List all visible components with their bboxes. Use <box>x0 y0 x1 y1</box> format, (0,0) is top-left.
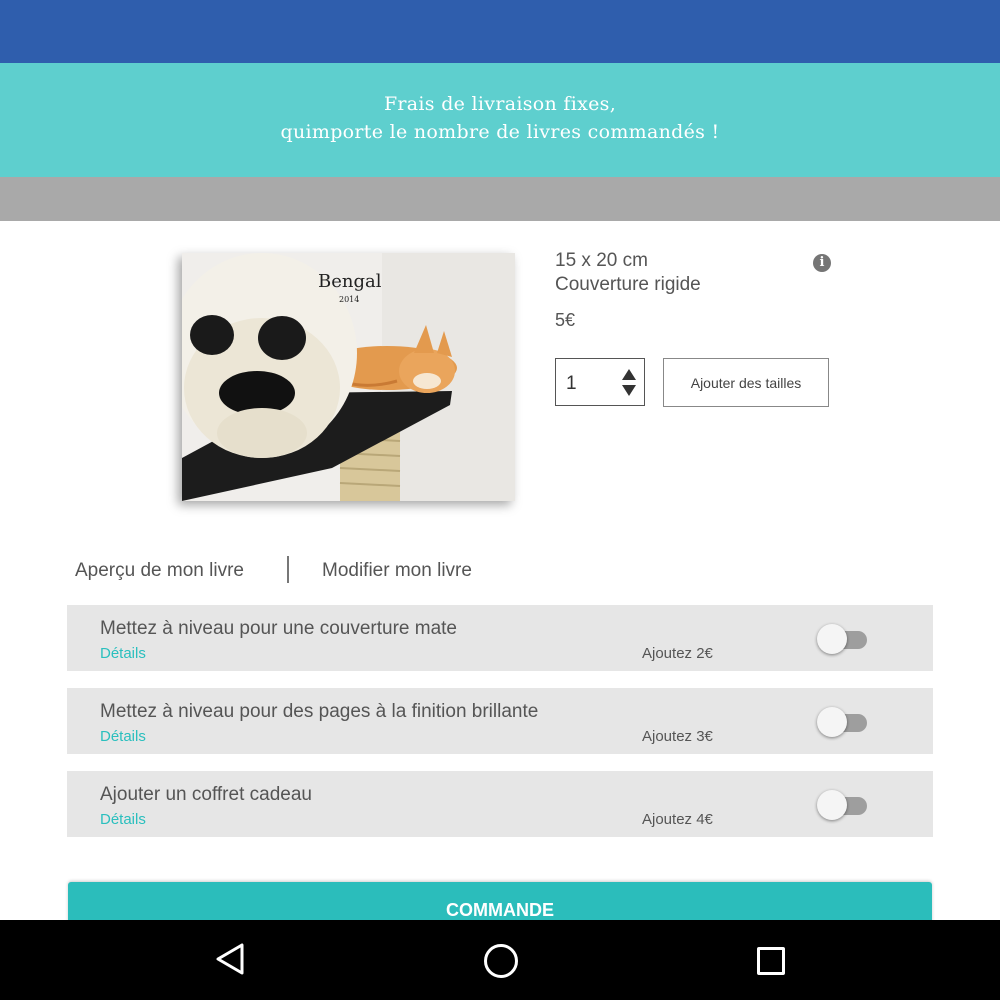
modify-book-link[interactable]: Modifier mon livre <box>322 560 472 582</box>
banner-line-2: quimporte le nombre de livres commandés … <box>280 121 720 143</box>
product-size: 15 x 20 cm <box>555 250 648 271</box>
back-icon[interactable] <box>214 942 246 976</box>
cover-year: 2014 <box>339 295 360 304</box>
option-toggle[interactable] <box>817 623 869 655</box>
option-details-link[interactable]: Détails <box>100 728 146 745</box>
option-glossy-pages: Mettez à niveau pour des pages à la fini… <box>67 688 933 754</box>
recents-icon[interactable] <box>757 947 785 975</box>
info-icon[interactable]: i <box>813 254 831 272</box>
shipping-banner: Frais de livraison fixes, quimporte le n… <box>0 63 1000 177</box>
option-price: Ajoutez 2€ <box>642 645 713 662</box>
option-title: Mettez à niveau pour une couverture mate <box>100 618 457 639</box>
banner-line-1: Frais de livraison fixes, <box>383 93 617 115</box>
option-title: Mettez à niveau pour des pages à la fini… <box>100 701 539 722</box>
book-cover-image[interactable]: Bengal 2014 <box>182 253 515 501</box>
toggle-thumb[interactable] <box>817 624 847 654</box>
product-price: 5€ <box>555 310 576 330</box>
option-price: Ajoutez 4€ <box>642 811 713 828</box>
toggle-thumb[interactable] <box>817 790 847 820</box>
option-title: Ajouter un coffret cadeau <box>100 784 312 805</box>
option-toggle[interactable] <box>817 706 869 738</box>
product-cover-type: Couverture rigide <box>555 274 701 295</box>
quantity-value[interactable]: 1 <box>566 373 577 395</box>
quantity-stepper[interactable]: 1 <box>555 358 645 406</box>
option-toggle[interactable] <box>817 789 869 821</box>
option-details-link[interactable]: Détails <box>100 811 146 828</box>
arrow-up-icon[interactable] <box>622 369 636 380</box>
option-matte-cover: Mettez à niveau pour une couverture mate… <box>67 605 933 671</box>
option-price: Ajoutez 3€ <box>642 728 713 745</box>
section-divider <box>0 177 1000 221</box>
option-gift-box: Ajouter un coffret cadeau Détails Ajoute… <box>67 771 933 837</box>
arrow-down-icon[interactable] <box>622 385 636 396</box>
app-top-bar <box>0 0 1000 63</box>
preview-book-link[interactable]: Aperçu de mon livre <box>75 560 244 582</box>
toggle-thumb[interactable] <box>817 707 847 737</box>
links-divider <box>287 556 289 583</box>
option-details-link[interactable]: Détails <box>100 645 146 662</box>
home-icon[interactable] <box>484 944 518 978</box>
add-sizes-button[interactable]: Ajouter des tailles <box>663 358 829 407</box>
cover-title: Bengal <box>318 271 382 292</box>
